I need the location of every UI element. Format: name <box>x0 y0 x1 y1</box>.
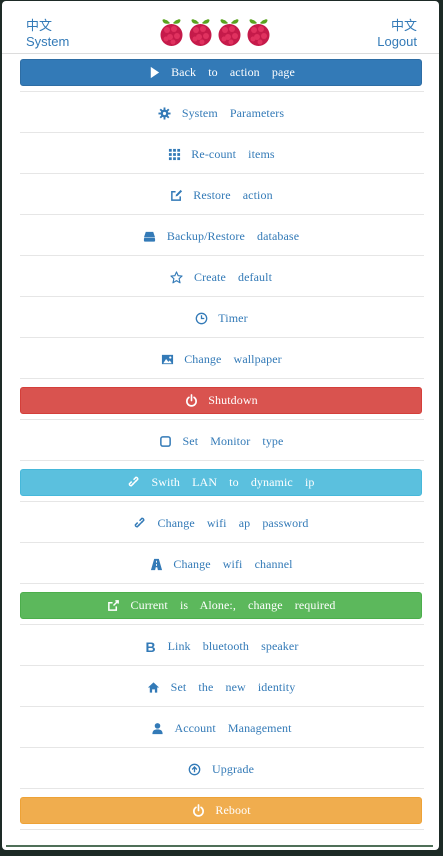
menu-row: Re-count items <box>20 133 424 174</box>
bottom-divider <box>6 845 433 847</box>
header: 中文 System 中文 Logout <box>2 1 439 54</box>
star-icon <box>170 271 184 285</box>
link-icon <box>128 476 142 490</box>
share-icon <box>106 599 120 613</box>
raspberry-icon <box>218 19 241 46</box>
menu-item-label: Reboot <box>215 803 251 817</box>
menu-row: Change wifi channel <box>20 543 424 584</box>
menu-row: Change wifi ap password <box>20 502 424 543</box>
road-icon <box>149 558 163 572</box>
system-link[interactable]: 中文 System <box>26 18 69 50</box>
raspberry-icon <box>189 19 212 46</box>
timer-button[interactable]: Timer <box>20 305 422 332</box>
backup-restore-database-button[interactable]: Backup/Restore database <box>20 223 422 250</box>
link-bluetooth-speaker-button[interactable]: B Link bluetooth speaker <box>20 633 422 660</box>
power-icon <box>191 804 205 818</box>
raspberry-icon <box>160 19 183 46</box>
menu-row: Shutdown <box>20 379 424 420</box>
menu-item-label: Restore action <box>193 188 273 202</box>
upgrade-button[interactable]: Upgrade <box>20 756 422 783</box>
menu-row: Backup/Restore database <box>20 215 424 256</box>
logout-label: Logout <box>377 34 417 49</box>
gear-icon <box>158 107 172 121</box>
upload-icon <box>188 763 202 777</box>
menu-item-label: Change wifi channel <box>173 557 293 571</box>
edit-icon <box>169 189 183 203</box>
menu-row: Account Management <box>20 707 424 748</box>
shutdown-button[interactable]: Shutdown <box>20 387 422 414</box>
re-count-items-button[interactable]: Re-count items <box>20 141 422 168</box>
menu-row: Set the new identity <box>20 666 424 707</box>
user-icon <box>150 722 164 736</box>
menu-row: Current is Alone:, change required <box>20 584 424 625</box>
menu-item-label: Timer <box>218 311 248 325</box>
link-icon <box>134 517 148 531</box>
menu-item-label: Set the new identity <box>170 680 296 694</box>
menu-row: Change wallpaper <box>20 338 424 379</box>
system-lang-label: 中文 <box>26 18 53 33</box>
create-default-button[interactable]: Create default <box>20 264 422 291</box>
menu-item-label: Backup/Restore database <box>166 229 300 243</box>
grid-icon <box>167 148 181 162</box>
set-monitor-type-button[interactable]: Set Monitor type <box>20 428 422 455</box>
menu-item-label: Back to action page <box>171 65 295 79</box>
bluetooth-icon: B <box>145 638 156 655</box>
menu-item-label: Upgrade <box>211 762 254 776</box>
play-icon <box>147 66 161 80</box>
menu-row: System Parameters <box>20 92 424 133</box>
menu-row: Reboot <box>20 789 424 830</box>
restore-action-button[interactable]: Restore action <box>20 182 422 209</box>
menu-row: Create default <box>20 256 424 297</box>
hdd-icon <box>143 230 157 244</box>
logout-lang-label: 中文 <box>390 18 417 33</box>
picture-icon <box>160 353 174 367</box>
menu-row: Set Monitor type <box>20 420 424 461</box>
menu-item-label: Current is Alone:, change required <box>130 598 336 612</box>
menu-row: Upgrade <box>20 748 424 789</box>
menu-item-label: Link bluetooth speaker <box>167 639 299 653</box>
reboot-button[interactable]: Reboot <box>20 797 422 824</box>
menu-item-label: Account Management <box>174 721 292 735</box>
change-wallpaper-button[interactable]: Change wallpaper <box>20 346 422 373</box>
menu-row: B Link bluetooth speaker <box>20 625 424 666</box>
menu-item-label: Change wallpaper <box>184 352 282 366</box>
menu-item-label: Re-count items <box>191 147 275 161</box>
settings-panel: 中文 System 中文 Logout Back to action page S… <box>2 1 439 850</box>
back-to-action-page-button[interactable]: Back to action page <box>20 59 422 86</box>
home-icon <box>147 681 161 695</box>
current-is-alone-change-required-button[interactable]: Current is Alone:, change required <box>20 592 422 619</box>
menu-row: Restore action <box>20 174 424 215</box>
raspberry-icon <box>247 19 270 46</box>
system-parameters-button[interactable]: System Parameters <box>20 100 422 127</box>
change-wifi-ap-password-button[interactable]: Change wifi ap password <box>20 510 422 537</box>
menu-item-label: System Parameters <box>181 106 285 120</box>
change-wifi-channel-button[interactable]: Change wifi channel <box>20 551 422 578</box>
system-label: System <box>26 34 70 49</box>
logo-group <box>158 17 272 47</box>
set-the-new-identity-button[interactable]: Set the new identity <box>20 674 422 701</box>
stop-icon <box>159 435 173 449</box>
menu-row: Back to action page <box>20 51 424 92</box>
menu-item-label: Shutdown <box>208 393 258 407</box>
menu-row: Timer <box>20 297 424 338</box>
account-management-button[interactable]: Account Management <box>20 715 422 742</box>
power-icon <box>184 394 198 408</box>
menu-item-label: Create default <box>193 270 273 284</box>
menu-row: Swith LAN to dynamic ip <box>20 461 424 502</box>
menu-item-label: Change wifi ap password <box>157 516 309 530</box>
clock-icon <box>194 312 208 326</box>
menu-item-label: Set Monitor type <box>182 434 284 448</box>
menu-item-label: Swith LAN to dynamic ip <box>151 475 315 489</box>
swith-lan-to-dynamic-ip-button[interactable]: Swith LAN to dynamic ip <box>20 469 422 496</box>
logout-link[interactable]: 中文 Logout <box>377 18 417 50</box>
